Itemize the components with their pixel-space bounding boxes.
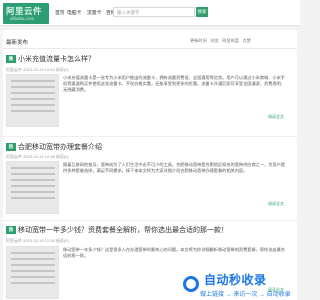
article-meta: 阿里云件 2023-10-19 12:30 阅读(0) (6, 238, 69, 243)
article-tag: 推 (6, 55, 16, 63)
article-meta: 阿里云件 2023-10-19 12:44 阅读(0) (6, 67, 69, 72)
article-divider (3, 136, 297, 137)
latest-posts-section: 最新发布 更新时间 浏览 明显热度 点赞 推 小米充值流量卡怎么样？ 阿里云件 … (3, 30, 297, 300)
sort-heat[interactable]: 明显热度 (222, 38, 239, 43)
site-logo[interactable]: 阿里云件 alibaba.com (3, 3, 49, 24)
thumbnail-placeholder-lines (11, 252, 55, 292)
thumbnail-placeholder-lines (11, 167, 55, 207)
article-title[interactable]: 移动宽带一年多少钱？资费套餐全解析，帮你选出最合适的那一款！ (18, 225, 228, 235)
thumbnail-placeholder-lines (11, 80, 55, 120)
watermark-subtitle: 做上链接 → 来访一次 → 自动收录 (200, 292, 291, 298)
article-excerpt: 随着互联网的普及，宽带成为了人们生活中必不可少的工具。合肥移动宽带是合肥地区知名… (63, 162, 285, 174)
nav-data-card[interactable]: 流量卡 (87, 9, 101, 16)
read-more-link[interactable]: 阅读全文 (268, 114, 284, 120)
sort-options: 更新时间 浏览 明显热度 点赞 (190, 38, 251, 44)
site-header: 阿里云件 alibaba.com 首页 电脑卡 流量卡 百科 输入关键字 搜索 (0, 0, 300, 26)
sort-update-time[interactable]: 更新时间 (190, 38, 207, 43)
article-divider (3, 220, 297, 221)
search-button[interactable]: 搜索 (196, 7, 208, 17)
nav-home[interactable]: 首页 (55, 9, 65, 16)
watermark-brand: 自动秒收录 (204, 273, 267, 287)
sort-views[interactable]: 浏览 (210, 38, 218, 43)
article-excerpt: 移动宽带一年多少钱？这是很多人在办理宽带时最关心的问题。本文将为你详细解析移动宽… (63, 247, 285, 259)
article-thumbnail[interactable] (6, 246, 59, 299)
section-title: 最新发布 (6, 40, 29, 46)
watermark-logo-icon (183, 276, 199, 292)
article-tag: 热 (6, 143, 16, 151)
article-thumbnail[interactable] (6, 74, 59, 127)
sort-likes[interactable]: 点赞 (242, 38, 250, 43)
article-title[interactable]: 合肥移动宽带办理套餐介绍 (18, 142, 102, 152)
article-thumbnail[interactable] (6, 161, 59, 214)
nav-computer-card[interactable]: 电脑卡 (67, 9, 81, 16)
read-more-link[interactable]: 阅读全文 (268, 201, 284, 207)
article-tag: 热 (6, 226, 16, 234)
logo-subtitle: alibaba.com (10, 16, 35, 21)
article-excerpt: 小米充值流量卡是一张专为小米用户推出的流量卡，拥有流量资费低、全国通用等优势。用… (63, 75, 285, 93)
article-meta: 阿里云件 2023-10-19 12:38 阅读(0) (6, 154, 69, 159)
search-input[interactable]: 输入关键字 (113, 7, 195, 17)
article-title[interactable]: 小米充值流量卡怎么样？ (18, 54, 95, 64)
section-divider (3, 48, 297, 49)
